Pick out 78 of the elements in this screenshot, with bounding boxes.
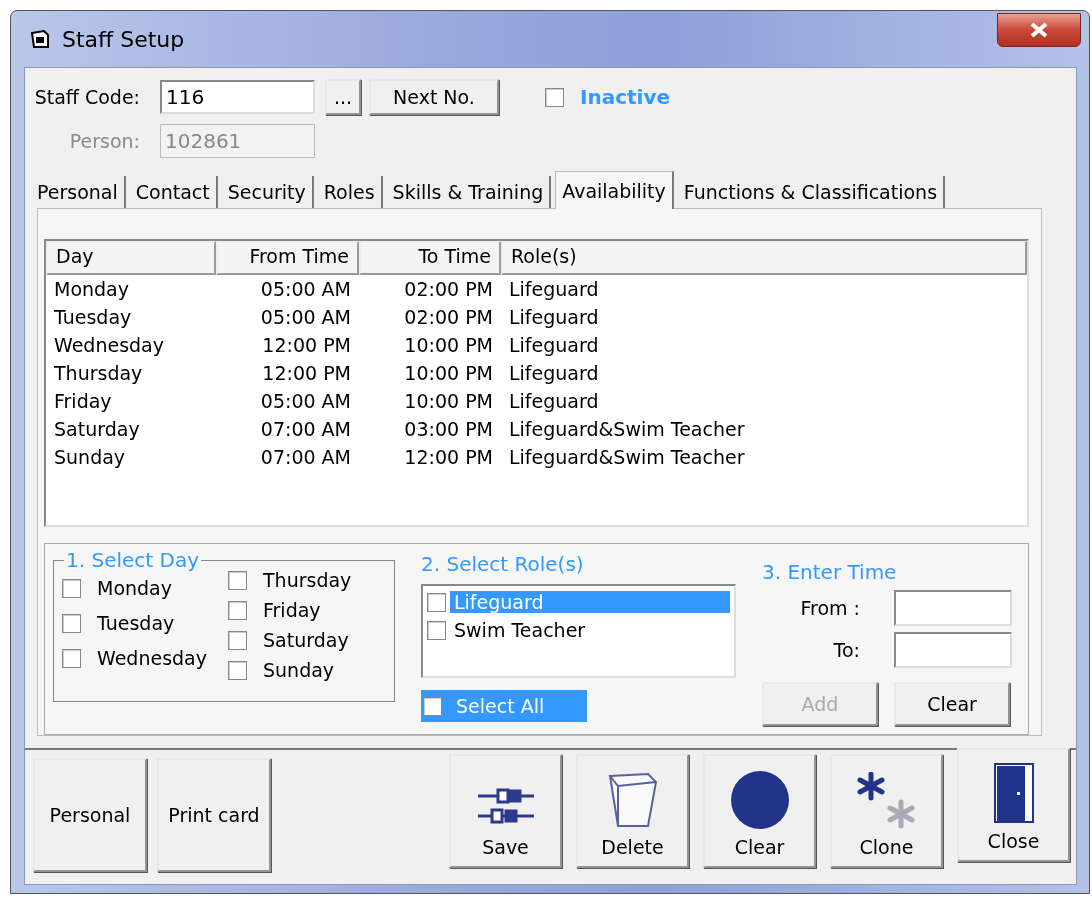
checkbox[interactable] — [545, 87, 564, 107]
close-icon[interactable] — [997, 13, 1081, 47]
table-cell: Lifeguard — [509, 334, 599, 356]
day-label: Thursday — [263, 569, 352, 591]
next-number-button[interactable]: Next No. — [369, 79, 499, 115]
to-time-field[interactable] — [894, 632, 1012, 668]
from-time-field[interactable] — [894, 590, 1012, 626]
action-button[interactable]: Clone — [830, 754, 943, 868]
table-cell: 10:00 PM — [404, 390, 493, 412]
table-cell: Lifeguard — [509, 278, 599, 300]
checkbox-label: Select All — [456, 695, 545, 717]
column-header[interactable]: From Time — [216, 241, 359, 275]
field-label: Person: — [68, 130, 141, 152]
table-cell: Tuesday — [54, 306, 132, 328]
table-cell: 07:00 AM — [260, 418, 351, 440]
table-cell: Saturday — [54, 418, 140, 440]
checkbox[interactable] — [427, 620, 446, 640]
section-title: 3. Enter Time — [762, 560, 898, 584]
table-cell: 12:00 PM — [404, 446, 493, 468]
browse-button[interactable]: ... — [325, 79, 361, 115]
clear-button[interactable]: Clear — [894, 682, 1010, 726]
action-button[interactable]: Personal — [33, 758, 147, 872]
day-label: Sunday — [263, 659, 335, 681]
table-cell: 03:00 PM — [404, 418, 493, 440]
action-button[interactable]: Clear — [703, 754, 816, 868]
table-cell: 12:00 PM — [262, 362, 351, 384]
table-cell: 05:00 AM — [260, 306, 351, 328]
day-label: Wednesday — [97, 647, 207, 669]
window-title: Staff Setup — [62, 26, 185, 52]
circle-icon — [729, 770, 790, 830]
checkbox[interactable] — [62, 578, 81, 598]
window-icon — [30, 29, 50, 49]
table-cell: Thursday — [54, 362, 143, 384]
action-button[interactable]: Save — [449, 754, 562, 868]
role-item[interactable]: Swim Teacher — [450, 619, 730, 641]
table-cell: 12:00 PM — [262, 334, 351, 356]
staff-code-field[interactable]: 116 — [160, 80, 315, 114]
checkbox[interactable] — [228, 600, 247, 620]
column-header[interactable]: Day — [46, 241, 216, 275]
section-title: 2. Select Role(s) — [421, 552, 585, 576]
table-cell: Lifeguard&Swim Teacher — [509, 418, 745, 440]
day-label: Monday — [97, 577, 172, 599]
door-icon — [992, 762, 1035, 824]
day-label: Tuesday — [97, 612, 175, 634]
table-cell: Lifeguard — [509, 390, 599, 412]
action-button[interactable]: Close — [957, 748, 1070, 862]
action-button[interactable]: Print card — [157, 758, 271, 872]
column-header[interactable]: To Time — [359, 241, 501, 275]
table-cell: 07:00 AM — [260, 446, 351, 468]
checkbox[interactable] — [423, 696, 442, 716]
day-label: Friday — [263, 599, 321, 621]
field-label: Staff Code: — [33, 86, 141, 108]
checkbox[interactable] — [228, 630, 247, 650]
table-cell: 02:00 PM — [404, 278, 493, 300]
checkbox[interactable] — [62, 648, 81, 668]
checkbox[interactable] — [228, 660, 247, 680]
field-label: From : — [800, 597, 860, 619]
table-cell: Lifeguard&Swim Teacher — [509, 446, 745, 468]
table-cell: 05:00 AM — [260, 390, 351, 412]
table-cell: Wednesday — [54, 334, 164, 356]
field-label: To: — [833, 639, 860, 661]
checkbox-label: Inactive — [580, 85, 671, 109]
checkbox[interactable] — [427, 592, 446, 612]
table-cell: Monday — [54, 278, 129, 300]
table-cell: Sunday — [54, 446, 126, 468]
table-cell: 10:00 PM — [404, 362, 493, 384]
tab[interactable]: Availability — [555, 171, 674, 209]
table-cell: Friday — [54, 390, 112, 412]
table-cell: 10:00 PM — [404, 334, 493, 356]
checkbox[interactable] — [228, 570, 247, 590]
table-cell: 02:00 PM — [404, 306, 493, 328]
table-cell: Lifeguard — [509, 306, 599, 328]
table-cell: 05:00 AM — [260, 278, 351, 300]
table-cell: Lifeguard — [509, 362, 599, 384]
action-button[interactable]: Delete — [576, 754, 689, 868]
checkbox[interactable] — [62, 613, 81, 633]
day-label: Saturday — [263, 629, 349, 651]
column-header[interactable]: Role(s) — [501, 241, 1027, 275]
